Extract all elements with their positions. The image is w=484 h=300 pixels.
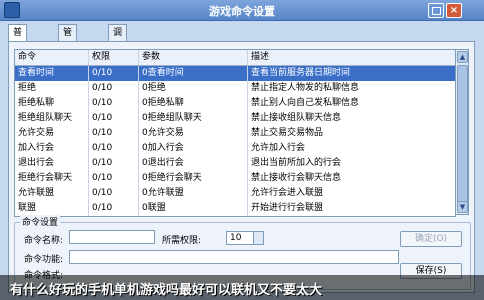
scroll-thumb[interactable] <box>457 65 468 205</box>
caption-text: 有什么好玩的手机单机游戏吗最好可以联机又不要太大 <box>10 283 323 298</box>
cell-command: 允许联盟 <box>15 186 89 201</box>
tab-normal-commands[interactable]: 普通命令 <box>8 24 28 86</box>
cell-params: 0拒绝行会聊天 <box>139 171 248 186</box>
cell-permission: 0/10 <box>89 81 139 96</box>
settings-window: 游戏命令设置 × 普通命令 管理命令 调试命令 命令 权限 参数 描述 查看时间… <box>0 0 484 300</box>
required-level-value: 10 <box>230 233 242 243</box>
cell-command: 拒绝组队聊天 <box>15 111 89 126</box>
cell-permission: 0/10 <box>89 111 139 126</box>
cell-permission: 0/10 <box>89 156 139 171</box>
title-bar: 游戏命令设置 × <box>0 0 484 21</box>
cell-permission: 0/10 <box>89 201 139 216</box>
cell-description: 查看当前服务器日期时间 <box>251 68 351 78</box>
cell-description: 退出当前所加入的行会 <box>251 158 342 168</box>
confirm-button[interactable]: 确定(O) <box>400 231 462 247</box>
cell-permission: 0/10 <box>89 66 139 81</box>
required-level-label: 所需权限: <box>162 236 202 246</box>
cell-params: 0加入行会 <box>139 141 248 156</box>
column-header-permission[interactable]: 权限 <box>89 50 139 65</box>
table-header: 命令 权限 参数 描述 <box>15 50 455 66</box>
cell-params: 0允许联盟 <box>139 186 248 201</box>
command-name-label: 命令名称: <box>24 236 64 246</box>
cell-params: 0拒绝组队聊天 <box>139 111 248 126</box>
spin-arrows-icon[interactable] <box>253 232 263 244</box>
table-row[interactable]: 查看时间 0/10 0查看时间 查看当前服务器日期时间 <box>15 66 455 81</box>
commands-table: 命令 权限 参数 描述 查看时间 0/10 0查看时间 查看当前服务器日期时间 拒绝 0/… <box>14 49 456 217</box>
cell-command: 拒绝私聊 <box>15 96 89 111</box>
cell-permission: 0/10 <box>89 141 139 156</box>
cell-command: 允许交易 <box>15 126 89 141</box>
cell-params: 0拒绝 <box>139 81 248 96</box>
column-header-params[interactable]: 参数 <box>139 50 248 65</box>
command-name-input[interactable] <box>69 230 155 244</box>
table-row[interactable]: 拒绝 0/10 0拒绝 禁止指定人物发的私聊信息 <box>15 81 455 96</box>
cell-command: 拒绝行会聊天 <box>15 171 89 186</box>
tab-admin-commands[interactable]: 管理命令 <box>58 24 78 86</box>
cell-params: 0查看时间 <box>139 66 248 81</box>
column-header-command[interactable]: 命令 <box>15 50 89 65</box>
cell-description: 禁止别人向自己发私聊信息 <box>251 98 360 108</box>
cell-command: 加入行会 <box>15 141 89 156</box>
cell-permission: 0/10 <box>89 96 139 111</box>
table-scrollbar[interactable]: ▲ ▼ <box>455 49 469 215</box>
table-row[interactable]: 拒绝私聊 0/10 0拒绝私聊 禁止别人向自己发私聊信息 <box>15 96 455 111</box>
command-function-input[interactable] <box>69 250 399 264</box>
cell-command: 退出行会 <box>15 156 89 171</box>
table-row[interactable]: 退出行会 0/10 0退出行会 退出当前所加入的行会 <box>15 156 455 171</box>
table-row[interactable]: 联盟 0/10 0联盟 开始进行行会联盟 <box>15 201 455 216</box>
cell-description: 允许加入行会 <box>251 143 306 153</box>
cell-params: 0联盟 <box>139 201 248 216</box>
tab-debug-commands[interactable]: 调试命令 <box>108 24 128 86</box>
cell-description: 开始进行行会联盟 <box>251 203 324 213</box>
cell-permission: 0/10 <box>89 186 139 201</box>
cell-command: 拒绝 <box>15 81 89 96</box>
cell-description: 禁止指定人物发的私聊信息 <box>251 83 360 93</box>
cell-description: 禁止接收行会聊天信息 <box>251 173 342 183</box>
required-level-stepper[interactable]: 10 <box>226 231 264 245</box>
table-row[interactable]: 拒绝组队聊天 0/10 0拒绝组队聊天 禁止接收组队聊天信息 <box>15 111 455 126</box>
restore-button[interactable] <box>428 3 444 18</box>
cell-permission: 0/10 <box>89 126 139 141</box>
close-button[interactable]: × <box>446 3 462 18</box>
cell-description: 允许行会进入联盟 <box>251 188 324 198</box>
window-title: 游戏命令设置 <box>209 5 275 18</box>
table-row[interactable]: 允许联盟 0/10 0允许联盟 允许行会进入联盟 <box>15 186 455 201</box>
scroll-up-icon[interactable]: ▲ <box>457 51 468 63</box>
table-row[interactable]: 拒绝行会聊天 0/10 0拒绝行会聊天 禁止接收行会聊天信息 <box>15 171 455 186</box>
cell-description: 禁止交易交易物品 <box>251 128 324 138</box>
table-row[interactable]: 加入行会 0/10 0加入行会 允许加入行会 <box>15 141 455 156</box>
cell-params: 0退出行会 <box>139 156 248 171</box>
scroll-down-icon[interactable]: ▼ <box>457 201 468 213</box>
cell-description: 禁止接收组队聊天信息 <box>251 113 342 123</box>
cell-command: 联盟 <box>15 201 89 216</box>
cell-params: 0允许交易 <box>139 126 248 141</box>
cell-permission: 0/10 <box>89 171 139 186</box>
cell-command: 查看时间 <box>15 66 89 81</box>
table-row[interactable]: 允许交易 0/10 0允许交易 禁止交易交易物品 <box>15 126 455 141</box>
command-function-label: 命令功能: <box>24 255 64 265</box>
cell-params: 0拒绝私聊 <box>139 96 248 111</box>
column-header-description[interactable]: 描述 <box>248 50 455 65</box>
command-settings-legend: 命令设置 <box>20 215 61 228</box>
